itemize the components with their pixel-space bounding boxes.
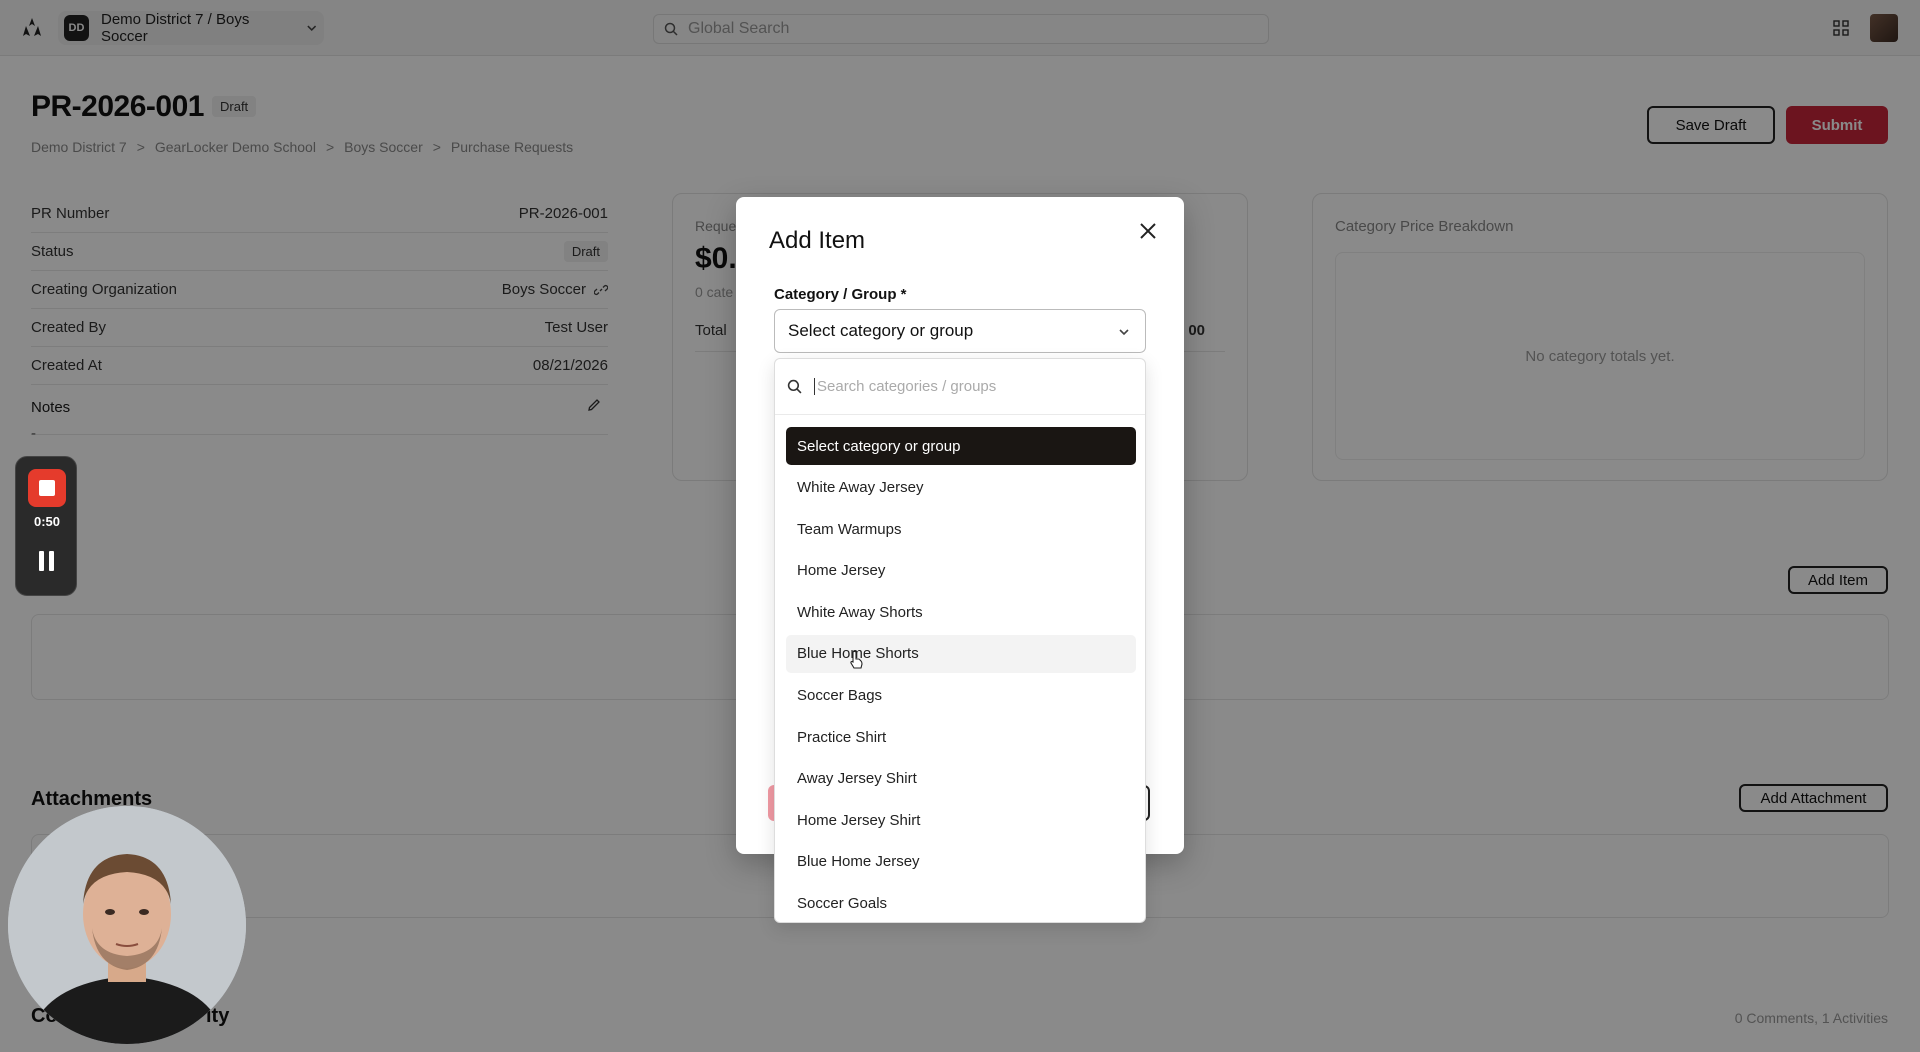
webcam-bubble[interactable] — [8, 806, 246, 1044]
stop-icon — [39, 480, 55, 496]
dropdown-option[interactable]: Away Jersey Shirt — [786, 760, 1136, 798]
dropdown-option[interactable]: Home Jersey — [786, 552, 1136, 590]
category-select[interactable]: Select category or group — [774, 309, 1146, 353]
dropdown-option[interactable]: Team Warmups — [786, 510, 1136, 548]
dropdown-option[interactable]: White Away Jersey — [786, 469, 1136, 507]
modal-title: Add Item — [769, 227, 866, 254]
mouse-cursor-icon — [850, 650, 863, 669]
webcam-person-image — [8, 806, 246, 1044]
record-stop-button[interactable] — [28, 469, 66, 507]
close-icon[interactable] — [1136, 219, 1160, 243]
dropdown-option[interactable]: Soccer Goals — [786, 885, 1136, 922]
dropdown-option[interactable]: Home Jersey Shirt — [786, 801, 1136, 839]
search-icon — [787, 379, 802, 394]
screen-recorder-widget: 0:50 — [15, 456, 77, 596]
dropdown-options: Select category or group White Away Jerse… — [786, 427, 1136, 922]
chevron-down-icon — [1119, 329, 1129, 336]
category-dropdown: Select category or group White Away Jerse… — [774, 358, 1146, 923]
dropdown-option[interactable]: Blue Home Shorts — [786, 634, 1136, 673]
dropdown-option[interactable]: Blue Home Jersey — [786, 843, 1136, 881]
dropdown-option[interactable]: White Away Shorts — [786, 593, 1136, 631]
dropdown-option[interactable]: Soccer Bags — [786, 677, 1136, 715]
dropdown-option[interactable]: Select category or group — [786, 427, 1136, 465]
dropdown-search-input[interactable] — [814, 378, 1114, 395]
dropdown-option[interactable]: Practice Shirt — [786, 718, 1136, 756]
category-select-value: Select category or group — [788, 321, 974, 340]
recording-timer: 0:50 — [33, 514, 61, 529]
dropdown-search[interactable] — [775, 359, 1145, 415]
pause-icon[interactable] — [39, 551, 55, 571]
category-field-label: Category / Group * — [774, 286, 907, 303]
